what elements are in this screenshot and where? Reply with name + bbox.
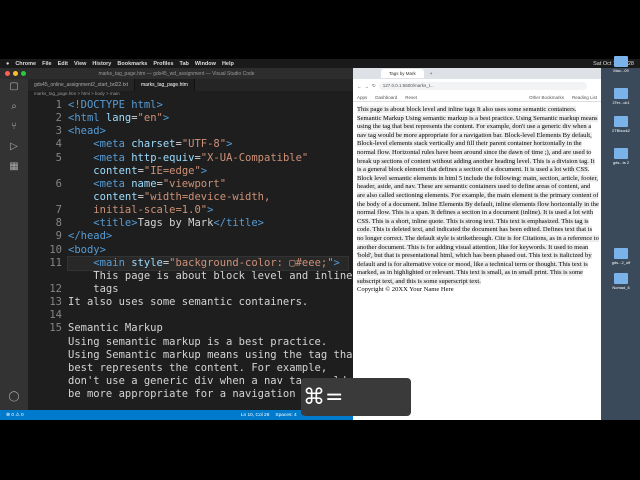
address-bar[interactable]: 127.0.0.1:5500/marks_t... — [378, 82, 587, 90]
code-line[interactable]: content="width=device-width, — [68, 191, 348, 204]
code-line[interactable] — [68, 309, 348, 322]
line-number-gutter: 1 2 3 4 5 6 7 8 9 10 11 12 13 14 15 — [49, 99, 62, 335]
main-content-text: This page is about block level and inlin… — [357, 106, 599, 285]
keystroke-text: ⌘= — [303, 384, 344, 410]
menu-window[interactable]: Window — [195, 61, 216, 67]
menu-edit[interactable]: Edit — [58, 61, 68, 67]
code-line[interactable]: <!DOCTYPE html> — [68, 99, 348, 112]
code-line[interactable]: initial-scale=1.0"> — [68, 204, 348, 217]
folder-icon — [614, 248, 628, 259]
browser-tab[interactable]: Tags by Mark — [381, 69, 424, 78]
editor-titlebar: marks_tag_page.htm — gds45_wd_assignment… — [0, 68, 353, 79]
search-icon[interactable]: ⌕ — [7, 101, 21, 112]
code-line[interactable]: content="IE=edge"> — [68, 165, 348, 178]
extensions-icon[interactable]: ▦ — [7, 161, 21, 172]
page-content: This page is about block level and inlin… — [357, 106, 599, 418]
new-tab-icon[interactable]: + — [430, 71, 433, 76]
run-debug-icon[interactable]: ▷ — [7, 141, 21, 152]
zoom-reset-button[interactable]: Reset — [405, 95, 417, 100]
menu-help[interactable]: Help — [222, 61, 234, 67]
back-icon[interactable]: ← — [357, 84, 362, 89]
menu-history[interactable]: History — [92, 61, 111, 67]
desktop-icons: Mac...09 2Ter...ck1 2TBbuck2 gds...ts 2 … — [601, 56, 640, 420]
code-line[interactable]: This page is about block level and inlin… — [68, 270, 352, 283]
desktop-item[interactable]: 2TBbuck2 — [607, 116, 635, 133]
drive-icon — [614, 116, 628, 127]
code-line[interactable]: <meta charset="UTF-8"> — [68, 138, 348, 151]
account-icon[interactable]: ◯ — [7, 391, 21, 402]
status-problems[interactable]: ⊗ 0 ⚠ 0 — [6, 413, 24, 418]
code-line[interactable]: It also uses some semantic containers. — [68, 296, 348, 309]
code-line[interactable]: <head> — [68, 125, 348, 138]
activity-bar: ▢ ⌕ ⑂ ▷ ▦ ◯ ⚙ — [0, 79, 28, 422]
folder-icon — [614, 273, 628, 284]
breadcrumb[interactable]: marks_tag_page.htm > html > body > main — [28, 91, 353, 99]
apple-icon[interactable]: ● — [6, 61, 9, 67]
menu-tab[interactable]: Tab — [180, 61, 189, 67]
explorer-icon[interactable]: ▢ — [7, 81, 21, 92]
editor-tabs: gds45_online_assignment2_start_bd22.txt … — [28, 79, 353, 91]
code-line[interactable]: Semantic Markup — [68, 322, 348, 335]
source-control-icon[interactable]: ⑂ — [7, 121, 21, 132]
minimize-button[interactable] — [13, 71, 18, 76]
bookmark-reading-list[interactable]: Reading List — [572, 95, 597, 100]
close-button[interactable] — [5, 71, 10, 76]
drive-icon — [614, 88, 628, 99]
forward-icon[interactable]: → — [365, 84, 370, 89]
browser-tabstrip: Tags by Mark + — [353, 68, 601, 79]
folder-icon — [614, 148, 628, 159]
code-line[interactable]: best represents the content. For example… — [68, 362, 348, 375]
status-spaces[interactable]: Spaces: 4 — [275, 413, 296, 418]
desktop-item[interactable]: 2Ter...ck1 — [607, 88, 635, 105]
code-line[interactable]: <body> — [68, 244, 348, 257]
code-line[interactable]: <meta name="viewport" — [68, 178, 348, 191]
tab-marks-tag-page[interactable]: marks_tag_page.htm — [134, 79, 195, 91]
zoom-button[interactable] — [21, 71, 26, 76]
code-line[interactable]: tags — [68, 283, 348, 296]
code-editor[interactable]: <!DOCTYPE html> <html lang="en"> <head> <m… — [67, 99, 359, 410]
desktop-item[interactable]: gds...2_off — [607, 248, 635, 265]
editor-window-title: marks_tag_page.htm — gds45_wd_assignment… — [98, 70, 255, 77]
desktop-item[interactable]: Nomad_6 — [607, 273, 635, 290]
keystroke-overlay: ⌘= — [301, 378, 411, 416]
drive-icon — [614, 56, 628, 67]
code-line[interactable]: Using Semantic markup means using the ta… — [68, 349, 359, 362]
bookmark-other[interactable]: Other Bookmarks — [529, 95, 564, 100]
vscode-window: marks_tag_page.htm — gds45_wd_assignment… — [0, 68, 359, 422]
bookmarks-bar: Apps Dashboard Reset Other Bookmarks Rea… — [353, 93, 601, 102]
code-line[interactable]: <html lang="en"> — [68, 112, 348, 125]
code-line[interactable]: <main style="background-color: ▢#eee;"> — [67, 255, 349, 271]
reload-icon[interactable]: ↻ — [372, 83, 376, 89]
code-line[interactable]: <title>Tags by Mark</title> — [68, 217, 348, 230]
bookmark-dashboard[interactable]: Dashboard — [375, 95, 397, 100]
page-footer: Copyright © 20XX Your Name Here — [357, 286, 454, 294]
menu-profiles[interactable]: Profiles — [153, 61, 173, 67]
mac-menubar: ● Chrome File Edit View History Bookmark… — [0, 59, 640, 68]
code-line[interactable]: <meta http-equiv="X-UA-Compatible" — [68, 152, 348, 165]
menu-view[interactable]: View — [74, 61, 86, 67]
tab-assignment-txt[interactable]: gds45_online_assignment2_start_bd22.txt — [28, 79, 135, 91]
browser-toolbar: ← → ↻ 127.0.0.1:5500/marks_t... — [353, 79, 601, 93]
menu-file[interactable]: File — [42, 61, 51, 67]
status-position[interactable]: Ln 10, Col 28 — [241, 413, 270, 418]
desktop-item[interactable]: gds...ts 2 — [607, 148, 635, 165]
code-line[interactable]: </head> — [68, 230, 348, 243]
menu-app-name[interactable]: Chrome — [15, 61, 36, 67]
desktop-item[interactable]: Mac...09 — [607, 56, 635, 73]
menu-bookmarks[interactable]: Bookmarks — [117, 61, 147, 67]
bookmark-apps[interactable]: Apps — [357, 95, 367, 100]
code-line[interactable]: Using semantic markup is a best practice… — [68, 336, 348, 349]
chrome-window: Tags by Mark + ← → ↻ 127.0.0.1:5500/mark… — [353, 68, 601, 420]
